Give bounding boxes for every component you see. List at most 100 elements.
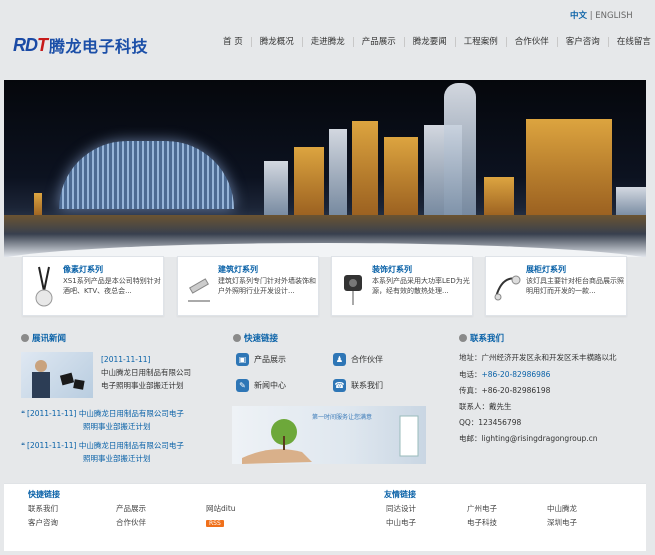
hero-banner-image (4, 80, 646, 257)
banner-dome (59, 141, 234, 209)
friend-link[interactable]: 同达设计 (386, 503, 416, 514)
quick-link-label: 产品展示 (254, 355, 286, 364)
product-title: 展柜灯系列 (526, 265, 566, 274)
product-icon: ▣ (236, 353, 249, 366)
news-item-line: 照明事业部搬迁计划 (83, 454, 151, 463)
nav-news[interactable]: 腾龙要闻 (403, 37, 455, 47)
news-thumbnail-image[interactable] (21, 352, 93, 398)
featured-news[interactable]: [2011-11-11] 中山腾龙日用制品有限公司 电子照明事业部搬迁计划 (101, 353, 191, 392)
product-card-showcase[interactable]: 展柜灯系列 该灯具主要针对柜台商品展示照明用灯而开发的一款... (485, 256, 627, 316)
lang-separator: | (589, 11, 593, 21)
showcase-lamp-icon (494, 275, 521, 301)
quick-link-contact[interactable]: ☎ 联系我们 (333, 379, 383, 392)
quick-link-products[interactable]: ▣ 产品展示 (236, 353, 286, 366)
footer-quick-title: 快捷链接 (28, 490, 60, 499)
footer: 快捷链接 联系我们 产品展示 网站ditu 客户咨询 合作伙伴 RSS 友情链接… (4, 483, 646, 551)
section-title-quick: 快速链接 (233, 332, 278, 344)
businessman-image (32, 360, 85, 398)
partners-icon: ♟ (333, 353, 346, 366)
service-banner-image[interactable]: 第一时间服务让您满意 (232, 406, 426, 464)
nav-home[interactable]: 首 页 (215, 37, 251, 47)
nav-partners[interactable]: 合作伙伴 (505, 37, 557, 47)
quick-link-label: 新闻中心 (254, 381, 286, 390)
rss-badge-icon[interactable]: RSS (206, 518, 224, 528)
contact-icon: ☎ (333, 379, 346, 392)
footer-link-partners[interactable]: 合作伙伴 (116, 517, 146, 528)
contact-phone-label: 电话： (459, 370, 482, 379)
footer-link-contact[interactable]: 联系我们 (28, 503, 58, 514)
product-card-decorative[interactable]: 装饰灯系列 本系列产品采用大功率LED为光源，经有效的散热处理... (331, 256, 473, 316)
footer-link-products[interactable]: 产品展示 (116, 503, 146, 514)
product-desc: 该灯具主要针对柜台商品展示照明用灯而开发的一款... (526, 277, 624, 295)
friend-link[interactable]: 广州电子 (467, 503, 497, 514)
news-item-line: [2011-11-11] 中山腾龙日用制品有限公司电子 (27, 409, 184, 418)
lang-cn-link[interactable]: 中文 (570, 11, 587, 21)
logo[interactable]: RDT 腾龙电子科技 (13, 33, 148, 57)
banner-building (352, 121, 378, 217)
nav-products[interactable]: 产品展示 (352, 37, 404, 47)
footer-link-consult[interactable]: 客户咨询 (28, 517, 58, 528)
section-title-contact-label: 联系我们 (470, 334, 505, 344)
quick-link-label: 合作伙伴 (351, 355, 383, 364)
logo-mark: RDT (13, 34, 48, 56)
product-desc: XS1系列产品是本公司特别针对酒吧、KTV、夜总会... (63, 277, 161, 295)
nav-overview[interactable]: 腾龙概况 (250, 37, 302, 47)
bullet-icon (21, 334, 29, 342)
banner-building (526, 119, 612, 217)
banner-building (329, 129, 347, 217)
news-center-icon: ✎ (236, 379, 249, 392)
building-lamp-icon (188, 278, 210, 302)
footer-link-sitemap[interactable]: 网站ditu (206, 503, 236, 514)
language-switcher: 中文 | ENGLISH (570, 9, 633, 21)
contact-email[interactable]: 电邮：lighting@risingdragongroup.cn (459, 434, 597, 444)
news-item-line: [2011-11-11] 中山腾龙日用制品有限公司电子 (27, 441, 184, 450)
friend-link[interactable]: 电子科技 (467, 517, 497, 528)
featured-news-date: [2011-11-11] (101, 355, 151, 364)
section-title-news-label: 展讯新闻 (32, 334, 67, 344)
featured-news-text: 电子照明事业部搬迁计划 (101, 381, 184, 390)
news-bullet-icon: ❝ (21, 409, 26, 418)
rss-label: RSS (206, 520, 224, 527)
logo-mark-rd: RD (13, 34, 38, 55)
footer-friend-title: 友情链接 (384, 490, 416, 499)
nav-cases[interactable]: 工程案例 (454, 37, 506, 47)
bullet-icon (459, 334, 467, 342)
friend-link[interactable]: 中山电子 (386, 517, 416, 528)
friend-link[interactable]: 深圳电子 (547, 517, 577, 528)
quick-link-news[interactable]: ✎ 新闻中心 (236, 379, 286, 392)
news-item-line: 照明事业部搬迁计划 (83, 422, 151, 431)
nav-about[interactable]: 走进腾龙 (301, 37, 353, 47)
contact-fax: 传真：+86-20-82986198 (459, 386, 551, 395)
bullet-icon (233, 334, 241, 342)
product-card-pixel[interactable]: 像素灯系列 XS1系列产品是本公司特别针对酒吧、KTV、夜总会... (22, 256, 164, 316)
news-list-item[interactable]: ❝ [2011-11-11] 中山腾龙日用制品有限公司电子 照明事业部搬迁计划 (21, 407, 207, 433)
contact-address: 地址：广州经济开发区永和开发区禾丰横路以北 (459, 353, 617, 362)
banner-tower (444, 83, 476, 217)
quick-link-partners[interactable]: ♟ 合作伙伴 (333, 353, 383, 366)
friend-link[interactable]: 中山腾龙 (547, 503, 577, 514)
featured-news-text: 中山腾龙日用制品有限公司 (101, 368, 191, 377)
contact-phone-value: +86-20-82986986 (481, 370, 551, 379)
lang-en-link[interactable]: ENGLISH (595, 11, 632, 21)
contact-person: 联系人：戴先生 (459, 402, 512, 411)
logo-mark-t: T (37, 34, 48, 55)
service-banner-text: 第一时间服务让您满意 (312, 414, 373, 421)
product-title: 装饰灯系列 (372, 265, 412, 274)
news-list-item[interactable]: ❝ [2011-11-11] 中山腾龙日用制品有限公司电子 照明事业部搬迁计划 (21, 439, 207, 465)
product-card-building[interactable]: 建筑灯系列 建筑灯系列专门针对外墙装饰和户外照明行业开发设计... (177, 256, 319, 316)
news-bullet-icon: ❝ (21, 441, 26, 450)
quick-link-label: 联系我们 (351, 381, 383, 390)
nav-consult[interactable]: 客户咨询 (556, 37, 608, 47)
product-title: 建筑灯系列 (218, 265, 258, 274)
product-desc: 本系列产品采用大功率LED为光源，经有效的散热处理... (372, 277, 470, 295)
company-name: 腾龙电子科技 (49, 37, 149, 56)
banner-building (294, 147, 324, 217)
banner-building (264, 161, 288, 217)
section-title-news: 展讯新闻 (21, 332, 66, 344)
decorative-lamp-icon (344, 275, 362, 305)
section-title-contact: 联系我们 (459, 332, 504, 344)
banner-building (384, 137, 418, 217)
banner-building (484, 177, 514, 217)
nav-message[interactable]: 在线留言 (607, 37, 655, 47)
contact-qq: QQ：123456798 (459, 418, 522, 427)
